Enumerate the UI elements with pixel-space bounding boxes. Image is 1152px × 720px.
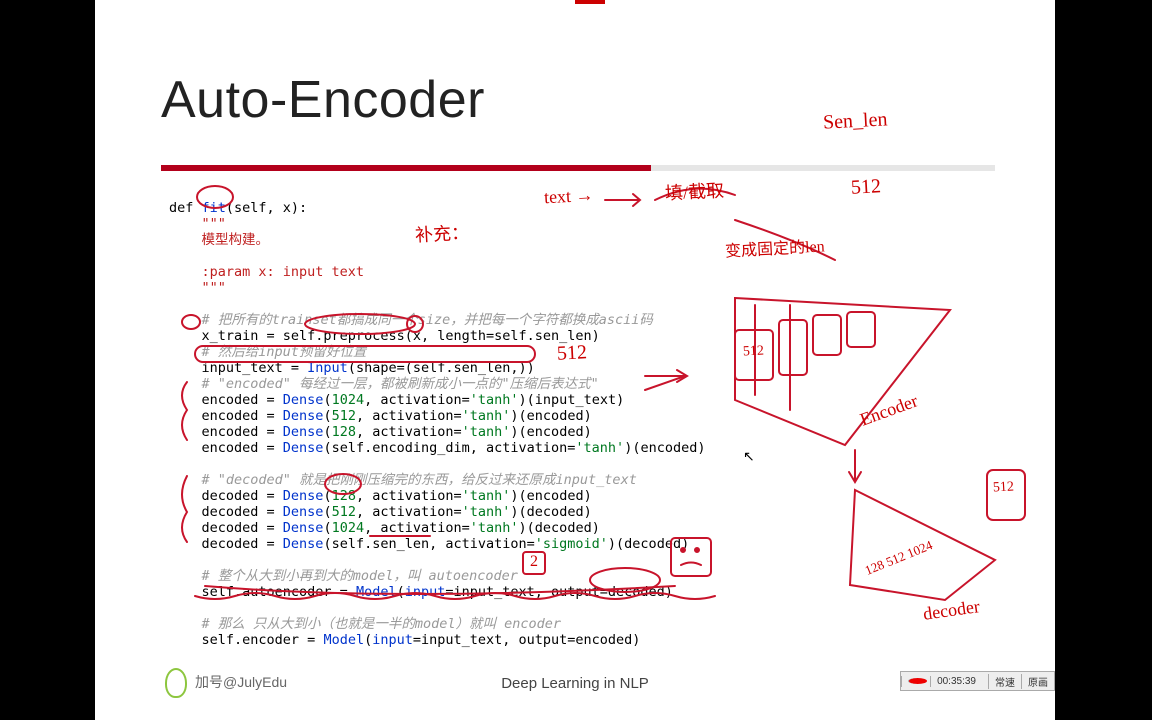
title-underline [161, 165, 995, 171]
top-marker [95, 0, 1055, 4]
annot-512c: 512 [743, 343, 765, 360]
slide: Auto-Encoder def fit(self, x): """ 模型构建。… [95, 0, 1055, 720]
mouse-cursor: ↖ [743, 448, 755, 465]
annot-512a: 512 [850, 175, 881, 200]
annot-decoder: decoder [922, 596, 981, 625]
quality-button[interactable]: 原画 [1021, 674, 1054, 689]
rec-indicator: 00:35:39 [901, 676, 988, 687]
annot-fixed: 变成固定的len [724, 232, 825, 261]
video-control-bar[interactable]: 00:35:39 常速 原画 [900, 671, 1055, 691]
annot-text: text → [543, 185, 594, 209]
annot-512d: 512 [993, 479, 1015, 496]
code-block: def fit(self, x): """ 模型构建。 :param x: in… [169, 200, 809, 648]
annot-sizes: 128 512 1024 [863, 537, 935, 579]
speed-button[interactable]: 常速 [988, 674, 1021, 689]
annot-note: 补充： [414, 219, 469, 248]
annot-fill: 填/截取 [664, 176, 724, 205]
annot-senlen: Sen_len [822, 108, 888, 134]
annot-encoder: Encoder [857, 390, 921, 430]
annot-2: 2 [530, 553, 538, 571]
annot-512b: 512 [556, 341, 587, 366]
slide-title: Auto-Encoder [161, 70, 485, 130]
